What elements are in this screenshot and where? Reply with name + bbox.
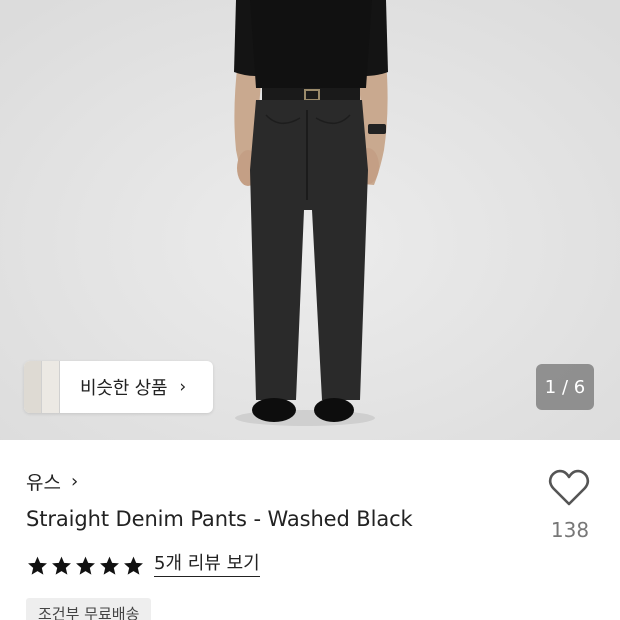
chevron-right-icon: ›: [70, 471, 79, 492]
like-count: 138: [550, 518, 590, 542]
rating-row: 5개 리뷰 보기: [26, 554, 260, 577]
rating-stars: [26, 555, 146, 577]
product-image-gallery[interactable]: 비슷한 상품 › 1 / 6: [0, 0, 620, 440]
product-title: Straight Denim Pants - Washed Black: [26, 507, 413, 531]
similar-thumbnail: [24, 361, 42, 413]
similar-products-label: 비슷한 상품: [80, 378, 168, 399]
star-filled-icon: [124, 556, 143, 575]
image-page-indicator: 1 / 6: [536, 364, 594, 410]
similar-thumbnail: [42, 361, 60, 413]
star-filled-icon: [52, 556, 71, 575]
shipping-badge: 조건부 무료배송: [26, 598, 152, 620]
brand-link[interactable]: 유스 ›: [26, 468, 78, 495]
star-filled-icon: [28, 556, 47, 575]
review-link[interactable]: 5개 리뷰 보기: [154, 554, 260, 577]
similar-products-button[interactable]: 비슷한 상품 ›: [24, 361, 213, 413]
heart-icon[interactable]: [548, 468, 590, 508]
star-filled-icon: [76, 556, 95, 575]
chevron-right-icon: ›: [179, 377, 186, 397]
star-filled-icon: [100, 556, 119, 575]
similar-products-label-wrap: 비슷한 상품 ›: [60, 374, 213, 400]
brand-name: 유스: [26, 472, 61, 494]
similar-products-thumbnails: [24, 361, 60, 413]
